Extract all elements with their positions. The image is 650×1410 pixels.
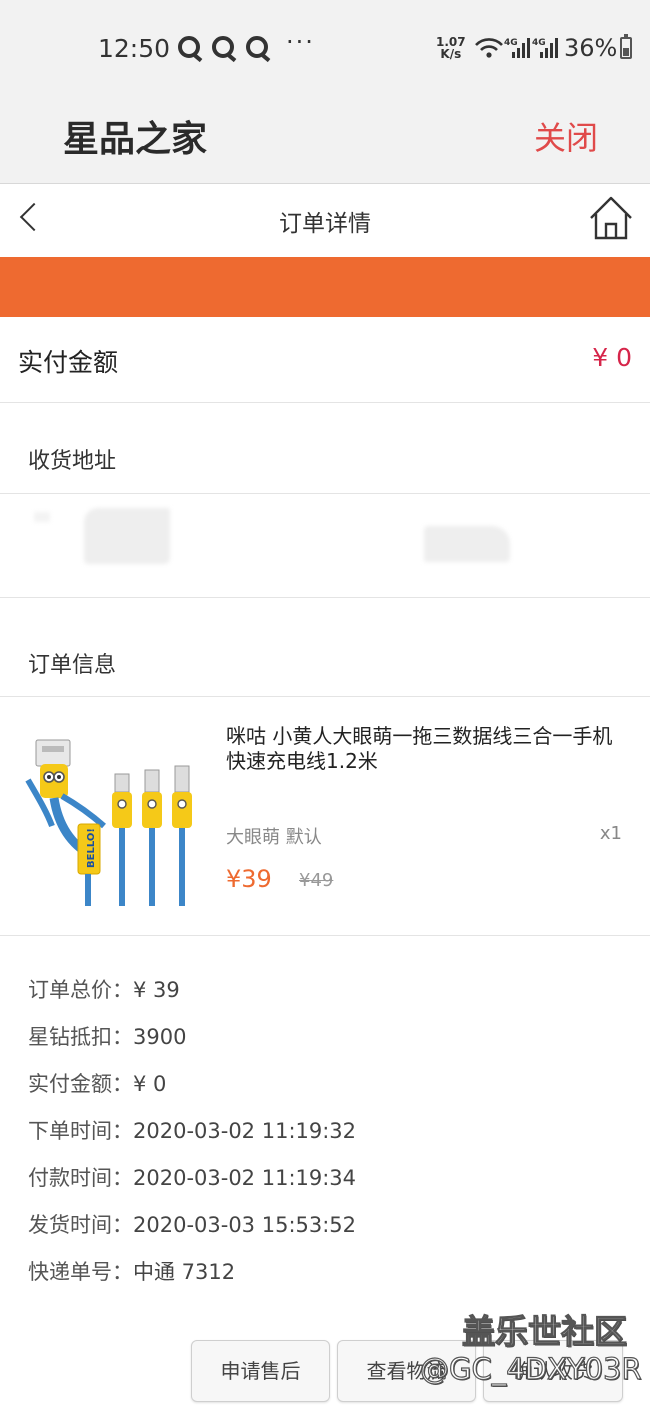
app-title: 星品之家 [63,119,208,160]
product-spec: 大眼萌 默认 [226,827,322,848]
paid-amount-label: 实付金额 [18,348,119,377]
tracking-number-line[interactable]: 快递单号：中通 7312 [28,1256,235,1286]
battery-percentage: 36% [564,34,618,62]
close-button[interactable]: 关闭 [534,113,598,159]
qq-notification-icon [178,36,200,58]
svg-text:4G: 4G [504,38,518,48]
cellular-signal-icon: 4G [532,36,558,64]
svg-text:4G: 4G [532,38,546,48]
paid-amount-line: 实付金额：¥ 0 [28,1072,167,1096]
product-image: BELLO! [25,739,192,906]
watermark-username: @GC_4DXY03R [419,1351,642,1386]
redacted-address-block [84,508,170,564]
status-time: 12:50 [98,34,171,63]
apply-after-sale-button[interactable]: 申请售后 [191,1340,330,1402]
order-status-banner [0,257,650,317]
home-icon[interactable] [588,194,634,242]
more-notifications-icon: ··· [286,28,315,56]
svg-text:BELLO!: BELLO! [86,828,97,868]
status-bar: 12:50 ··· 1.07 K/s 4G 4G 36% [0,0,650,96]
cellular-signal-icon: 4G [504,36,530,64]
order-info-section-title: 订单信息 [28,653,117,678]
network-speed: 1.07 K/s [436,35,466,61]
payment-time-line: 付款时间：2020-03-02 11:19:34 [28,1166,357,1190]
shipping-time-line: 发货时间：2020-03-03 15:53:52 [28,1213,357,1237]
product-quantity: x1 [599,823,622,844]
order-time-line: 下单时间：2020-03-02 11:19:32 [28,1119,357,1143]
watermark-community: 盖乐世社区 [461,1311,627,1351]
battery-icon [620,34,632,59]
address-section-title: 收货地址 [28,449,117,474]
paid-amount-value: ¥ 0 [592,343,632,372]
order-total-line: 订单总价：¥ 39 [28,978,180,1002]
redacted-address-block [424,526,510,562]
wifi-icon [475,38,503,58]
diamond-deduction-line: 星钻抵扣：3900 [28,1025,187,1049]
product-original-price: ¥49 [299,870,334,891]
redacted-address-block [34,512,50,522]
product-name[interactable]: 咪咕 小黄人大眼萌一拖三数据线三合一手机快速充电线1.2米 [226,724,626,774]
product-price: ¥39 [226,865,272,893]
qq-notification-icon [212,36,234,58]
page-title: 订单详情 [279,211,371,237]
qq-notification-icon [246,36,268,58]
